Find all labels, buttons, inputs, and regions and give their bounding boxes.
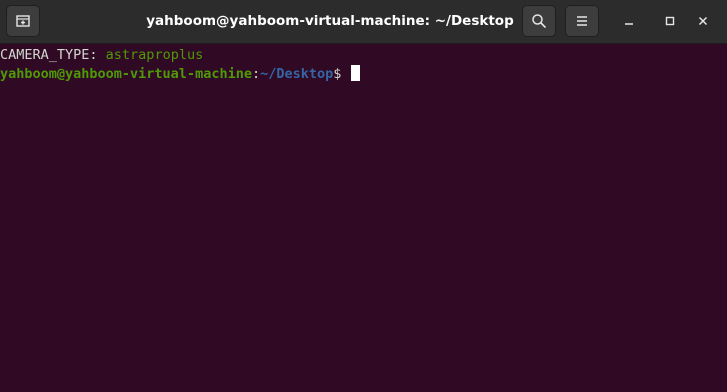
env-var-key: CAMERA_TYPE:	[0, 47, 106, 63]
minimize-button[interactable]	[619, 11, 639, 31]
prompt-user-host: yahboom@yahboom-virtual-machine	[0, 66, 252, 82]
output-line: CAMERA_TYPE: astraproplus	[0, 46, 727, 65]
terminal-window: yahboom@yahboom-virtual-machine: ~/Deskt…	[0, 0, 727, 392]
close-icon	[697, 12, 709, 31]
window-title: yahboom@yahboom-virtual-machine: ~/Deskt…	[146, 13, 514, 29]
prompt-colon: :	[251, 66, 261, 82]
menu-button[interactable]	[565, 5, 599, 37]
terminal-output[interactable]: CAMERA_TYPE: astraproplus yahboom@yahboo…	[0, 44, 727, 392]
close-button[interactable]	[693, 11, 713, 31]
search-button[interactable]	[522, 5, 556, 37]
new-tab-button[interactable]	[6, 5, 40, 37]
new-tab-icon	[15, 13, 31, 29]
prompt-line: yahboom@yahboom-virtual-machine:~/Deskto…	[0, 65, 727, 84]
env-var-value: astraproplus	[105, 47, 204, 63]
title-bar: yahboom@yahboom-virtual-machine: ~/Deskt…	[0, 0, 727, 44]
minimize-icon	[623, 12, 635, 31]
search-icon	[531, 13, 547, 29]
maximize-button[interactable]	[660, 11, 680, 31]
maximize-icon	[664, 12, 676, 31]
prompt-symbol: $	[333, 66, 350, 82]
prompt-path: ~/Desktop	[260, 66, 334, 82]
hamburger-menu-icon	[575, 14, 589, 28]
text-cursor	[350, 65, 360, 81]
